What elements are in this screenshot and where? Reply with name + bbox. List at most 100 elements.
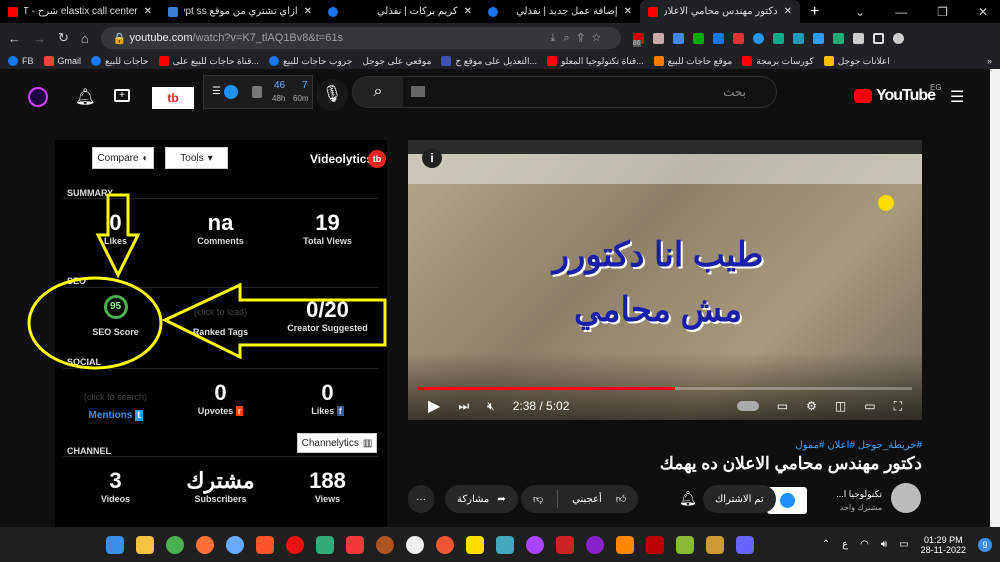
extension-icon[interactable]: 86 bbox=[632, 32, 644, 47]
yandex-icon[interactable] bbox=[406, 535, 424, 554]
messenger-icon[interactable] bbox=[526, 535, 544, 554]
checkmark-icon[interactable] bbox=[832, 32, 844, 44]
search-input[interactable]: بحث bbox=[723, 85, 746, 99]
tab[interactable]: ازاي تشتري من موقع Egypt ss✕ bbox=[160, 0, 320, 23]
restore-icon[interactable]: ❐ bbox=[937, 5, 948, 19]
muted-volume-icon[interactable]: 🔇︎ bbox=[487, 399, 495, 414]
tab[interactable]: elastix call center شرح - YouT✕ bbox=[0, 0, 160, 23]
forward-icon[interactable]: → bbox=[33, 31, 46, 46]
bookmark[interactable]: موقعي على جوجل bbox=[362, 56, 431, 67]
minimize-icon[interactable]: — bbox=[895, 5, 907, 19]
settings-gear-icon[interactable]: ⚙ bbox=[806, 399, 817, 413]
voice-search-icon[interactable]: 🎙︎ bbox=[316, 79, 348, 111]
guide-menu-icon[interactable]: ☰ bbox=[950, 87, 964, 107]
subtitles-icon[interactable]: ▭ bbox=[777, 399, 788, 413]
filezilla-icon[interactable] bbox=[646, 535, 664, 554]
keyboard-icon[interactable] bbox=[411, 86, 425, 97]
app-icon[interactable] bbox=[436, 535, 454, 554]
bookmark[interactable]: Gmail bbox=[43, 56, 81, 66]
battery-icon[interactable]: ▭ bbox=[899, 539, 908, 550]
search-button-icon[interactable]: ⌕ bbox=[353, 77, 403, 107]
extension-icon[interactable] bbox=[752, 32, 764, 44]
start-icon[interactable] bbox=[106, 535, 124, 554]
wifi-icon[interactable]: ◠ bbox=[860, 539, 869, 550]
next-icon[interactable]: ⏭ bbox=[458, 399, 469, 414]
search-box[interactable]: ⌕ بحث bbox=[352, 76, 777, 108]
extension-icon[interactable] bbox=[672, 32, 684, 44]
mentions-stat[interactable]: (click to search) Mentions t bbox=[63, 392, 168, 421]
fullscreen-icon[interactable]: ⛶ bbox=[894, 399, 902, 414]
like-dislike-buttons[interactable]: 👎︎ أعجبني 👍︎ bbox=[521, 485, 639, 513]
close-tab-icon[interactable]: ✕ bbox=[464, 6, 472, 17]
firefox-icon[interactable] bbox=[196, 535, 214, 554]
youtube-logo-icon[interactable] bbox=[854, 89, 872, 103]
extension-icon[interactable] bbox=[792, 32, 804, 44]
app-icon[interactable] bbox=[736, 535, 754, 554]
notification-badge[interactable]: 9 bbox=[978, 537, 992, 552]
close-tab-icon[interactable]: ✕ bbox=[304, 6, 312, 17]
address-bar[interactable]: 🔒 youtube.com/watch?v=K7_tlAQ1Bv8&t=61s ⤓… bbox=[100, 27, 621, 49]
channel-name[interactable]: تكنولوجيا ا... bbox=[836, 489, 882, 500]
subscribed-button[interactable]: تم الاشتراك bbox=[703, 485, 776, 513]
info-icon[interactable]: i bbox=[422, 148, 442, 168]
create-video-icon[interactable]: + bbox=[114, 89, 130, 102]
close-tab-icon[interactable]: ✕ bbox=[144, 6, 152, 17]
theater-mode-icon[interactable]: ▭ bbox=[864, 399, 875, 413]
app-icon[interactable] bbox=[316, 535, 334, 554]
vidiq-widget[interactable]: ☰ 46 48h 7 60m bbox=[203, 75, 313, 109]
video-player[interactable]: i طيب انا دكتورر مش محامي bbox=[408, 140, 922, 420]
hashtags[interactable]: #خريطة_جوجل #اعلان #ممول bbox=[795, 440, 922, 451]
more-actions-button[interactable]: ··· bbox=[408, 485, 434, 513]
extension-icon[interactable] bbox=[692, 32, 704, 44]
channelytics-button[interactable]: Channelytics ▥ bbox=[297, 433, 377, 453]
clock[interactable]: 01:29 PM 28-11-2022 bbox=[921, 535, 966, 555]
chrome-icon[interactable] bbox=[166, 535, 184, 554]
omnibox-actions-icon[interactable]: ⤓⌕⇪☆ bbox=[551, 32, 609, 45]
bookmark[interactable]: قناة تكنولوجيا المعلو... bbox=[546, 56, 644, 67]
app-icon[interactable] bbox=[376, 535, 394, 554]
share-button[interactable]: مشاركة ➦ bbox=[445, 485, 518, 513]
recorder-icon[interactable] bbox=[556, 535, 574, 554]
miniplayer-icon[interactable]: ◫ bbox=[835, 399, 846, 413]
bookmark[interactable]: موقع حاجات للبيع bbox=[653, 56, 732, 67]
tab-active[interactable]: دكتور مهندس محامي الاعلان د ✕ bbox=[640, 0, 800, 23]
progress-bar[interactable] bbox=[418, 387, 912, 390]
vivaldi-icon[interactable] bbox=[346, 535, 364, 554]
more-bookmarks-icon[interactable]: » bbox=[987, 56, 992, 66]
close-window-icon[interactable]: ✕ bbox=[978, 5, 988, 19]
sidebar-icon[interactable] bbox=[872, 32, 884, 44]
profile-avatar[interactable] bbox=[892, 32, 904, 44]
new-tab-button[interactable]: + bbox=[800, 3, 829, 21]
bookmark[interactable]: كورسات برمجة bbox=[742, 56, 814, 67]
podcast-icon[interactable] bbox=[586, 535, 604, 554]
opera-icon[interactable] bbox=[286, 535, 304, 554]
page-scrollbar[interactable] bbox=[990, 69, 1000, 527]
tray-overflow-icon[interactable]: ⌃ bbox=[822, 539, 830, 550]
file-explorer-icon[interactable] bbox=[136, 535, 154, 554]
extension-icon[interactable] bbox=[812, 32, 824, 44]
volume-icon[interactable]: 🔊︎ bbox=[881, 539, 887, 550]
play-icon[interactable]: ▶ bbox=[428, 396, 440, 416]
brave-icon[interactable] bbox=[256, 535, 274, 554]
close-tab-icon[interactable]: ✕ bbox=[784, 6, 792, 17]
puzzle-icon[interactable] bbox=[852, 32, 864, 44]
language-indicator[interactable]: ع bbox=[842, 539, 848, 550]
tools-button[interactable]: Tools ▾ bbox=[165, 147, 228, 169]
reload-icon[interactable]: ↻ bbox=[58, 30, 69, 46]
extension-icon[interactable] bbox=[772, 32, 784, 44]
app-icon[interactable] bbox=[676, 535, 694, 554]
notifications-bell-icon[interactable]: 🔔︎ bbox=[75, 87, 95, 107]
paint-icon[interactable] bbox=[496, 535, 514, 554]
tubebuddy-icon[interactable]: tb bbox=[152, 87, 194, 109]
extension-icon[interactable] bbox=[652, 32, 664, 44]
close-tab-icon[interactable]: ✕ bbox=[624, 6, 632, 17]
channel-avatar[interactable] bbox=[891, 483, 921, 513]
extension-icon[interactable] bbox=[732, 32, 744, 44]
app-icon[interactable] bbox=[466, 535, 484, 554]
back-icon[interactable]: ← bbox=[8, 31, 21, 46]
account-avatar[interactable] bbox=[28, 87, 48, 107]
tab[interactable]: كريم بركات | نفذلي ✕ bbox=[320, 0, 480, 23]
notification-bell-icon[interactable]: 🔔︎ bbox=[679, 490, 697, 507]
home-icon[interactable]: ⌂ bbox=[81, 31, 89, 46]
compare-button[interactable]: Compare ◐ bbox=[92, 147, 154, 169]
